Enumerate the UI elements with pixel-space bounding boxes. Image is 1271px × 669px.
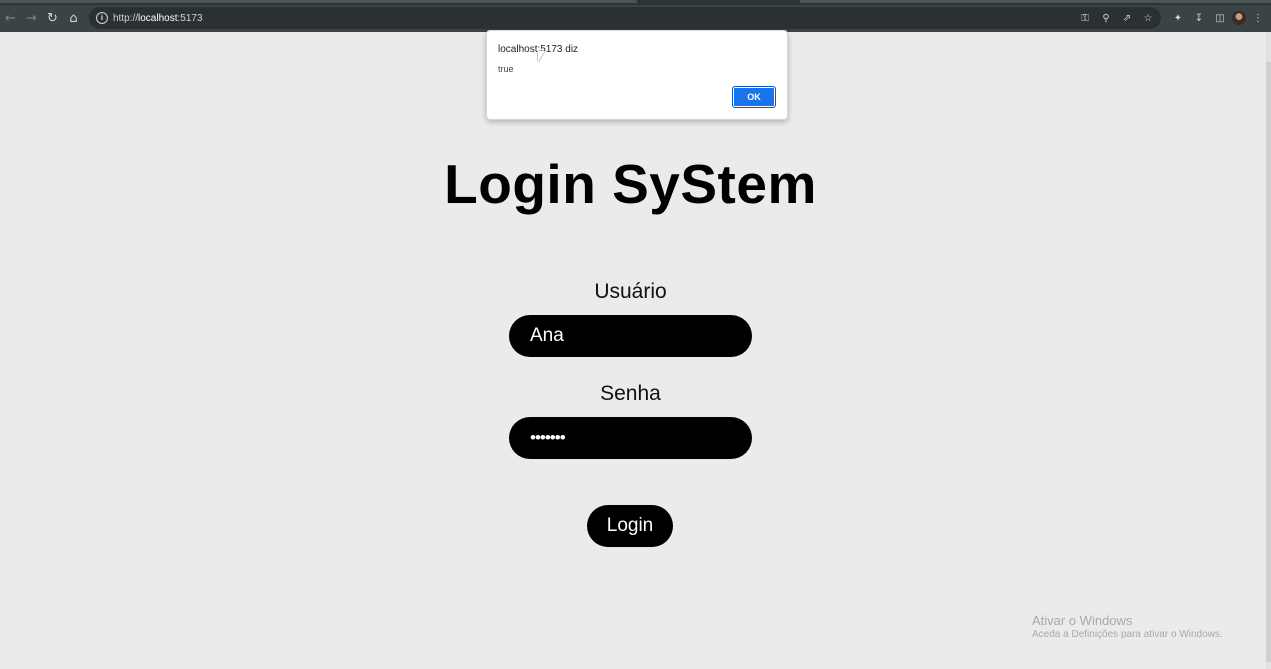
url-host: localhost	[138, 12, 178, 24]
page-title: Login SyStem	[444, 153, 817, 215]
address-bar[interactable]: i http://localhost:5173 ⚿ ⚲ ⇗ ☆	[89, 7, 1161, 29]
mouse-cursor	[538, 51, 545, 62]
url-text[interactable]: http://localhost:5173	[113, 13, 203, 24]
toolbar-right: ✦ ↧ ◫ ⋮	[1169, 9, 1267, 27]
browser-toolbar: ← → ↻ ⌂ i http://localhost:5173 ⚿ ⚲ ⇗ ☆ …	[0, 5, 1271, 32]
share-icon[interactable]: ⇗	[1118, 9, 1136, 27]
windows-activation-watermark: Ativar o Windows Aceda a Definições para…	[1032, 613, 1223, 640]
scrollbar-thumb[interactable]	[1266, 62, 1271, 662]
home-icon[interactable]: ⌂	[63, 8, 84, 29]
zoom-icon[interactable]: ⚲	[1097, 9, 1115, 27]
url-prefix: http://	[113, 12, 139, 24]
alert-dialog: localhost:5173 diz true OK	[486, 30, 788, 120]
omnibox-actions: ⚿ ⚲ ⇗ ☆	[1076, 9, 1157, 27]
user-label: Usuário	[594, 280, 667, 303]
login-button[interactable]: Login	[587, 505, 673, 547]
tab-edge	[0, 0, 637, 3]
tab-edge	[800, 0, 1271, 3]
back-icon[interactable]: ←	[0, 8, 21, 29]
watermark-subtitle: Aceda a Definições para ativar o Windows…	[1032, 629, 1223, 640]
download-icon[interactable]: ↧	[1190, 9, 1208, 27]
extensions-icon[interactable]: ✦	[1169, 9, 1187, 27]
star-icon[interactable]: ☆	[1139, 9, 1157, 27]
password-label: Senha	[600, 382, 661, 405]
reload-icon[interactable]: ↻	[42, 8, 63, 29]
key-icon[interactable]: ⚿	[1076, 9, 1094, 27]
url-port: :5173	[177, 12, 203, 24]
ok-button[interactable]: OK	[732, 86, 776, 108]
dialog-message: true	[498, 64, 514, 74]
watermark-title: Ativar o Windows	[1032, 613, 1133, 628]
menu-icon[interactable]: ⋮	[1249, 9, 1267, 27]
password-input[interactable]: •••••••	[509, 417, 752, 459]
forward-icon[interactable]: →	[21, 8, 42, 29]
sidepanel-icon[interactable]: ◫	[1211, 9, 1229, 27]
info-icon[interactable]: i	[96, 12, 108, 24]
username-input[interactable]: Ana	[509, 315, 752, 357]
scrollbar[interactable]	[1266, 32, 1271, 669]
avatar[interactable]	[1232, 11, 1246, 25]
